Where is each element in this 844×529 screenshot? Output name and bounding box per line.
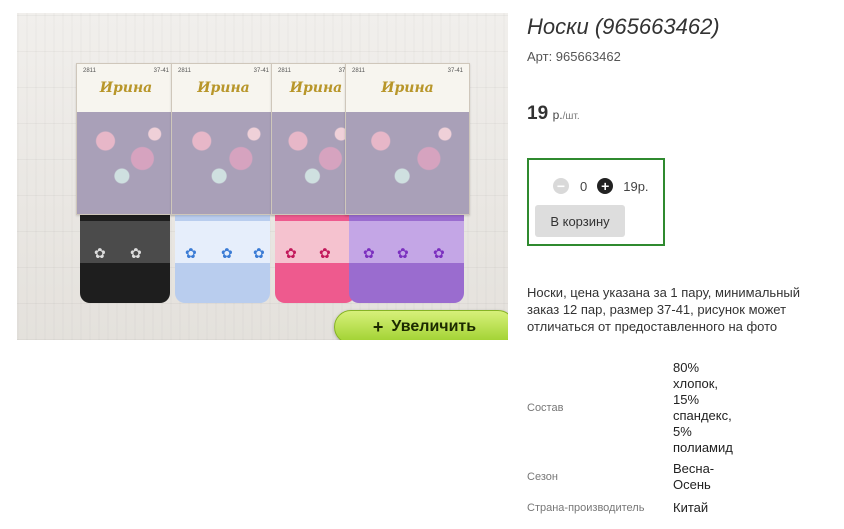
property-row: Страна-производитель Китай [527, 495, 747, 521]
property-row: Сезон Весна-Осень [527, 458, 747, 495]
product-article: Арт: 965663462 [527, 49, 621, 64]
price-unit: р. [552, 108, 563, 122]
quantity-value: 0 [580, 178, 588, 194]
property-value: Весна-Осень [673, 460, 715, 492]
properties-table: Состав 80% хлопок, 15% спандекс, 5% поли… [527, 358, 747, 521]
quantity-stepper: − 0 + 19р. [553, 178, 649, 194]
property-value: 80% хлопок, 15% спандекс, 5% полиамид [673, 360, 733, 455]
cart-box: − 0 + 19р. В корзину [527, 158, 665, 246]
property-label: Сезон [527, 470, 558, 483]
cart-sum: 19р. [623, 178, 649, 194]
property-value: Китай [673, 500, 709, 515]
plus-icon[interactable]: + [597, 178, 614, 194]
product-price: 19 р./шт. [527, 103, 580, 125]
zoom-button[interactable]: + Увеличить [334, 310, 508, 340]
product-title: Носки (965663462) [527, 14, 720, 39]
price-per: /шт. [562, 111, 580, 122]
add-to-cart-button[interactable]: В корзину [535, 205, 625, 237]
property-label: Состав [527, 402, 564, 414]
product-description: Носки, цена указана за 1 пару, минимальн… [527, 285, 800, 334]
minus-icon[interactable]: − [553, 178, 569, 194]
price-value: 19 [527, 103, 549, 124]
property-row: Состав 80% хлопок, 15% спандекс, 5% поли… [527, 358, 747, 458]
property-label: Страна-производитель [527, 502, 645, 514]
product-image[interactable]: ✿ ✿ 2811 37-41 Ирина ✿ ✿ ✿ 2811 37-41 Ирина ✿ ✿ … [17, 13, 508, 340]
zoom-plus-icon: + [372, 316, 384, 337]
zoom-label: Увеличить [391, 318, 477, 335]
